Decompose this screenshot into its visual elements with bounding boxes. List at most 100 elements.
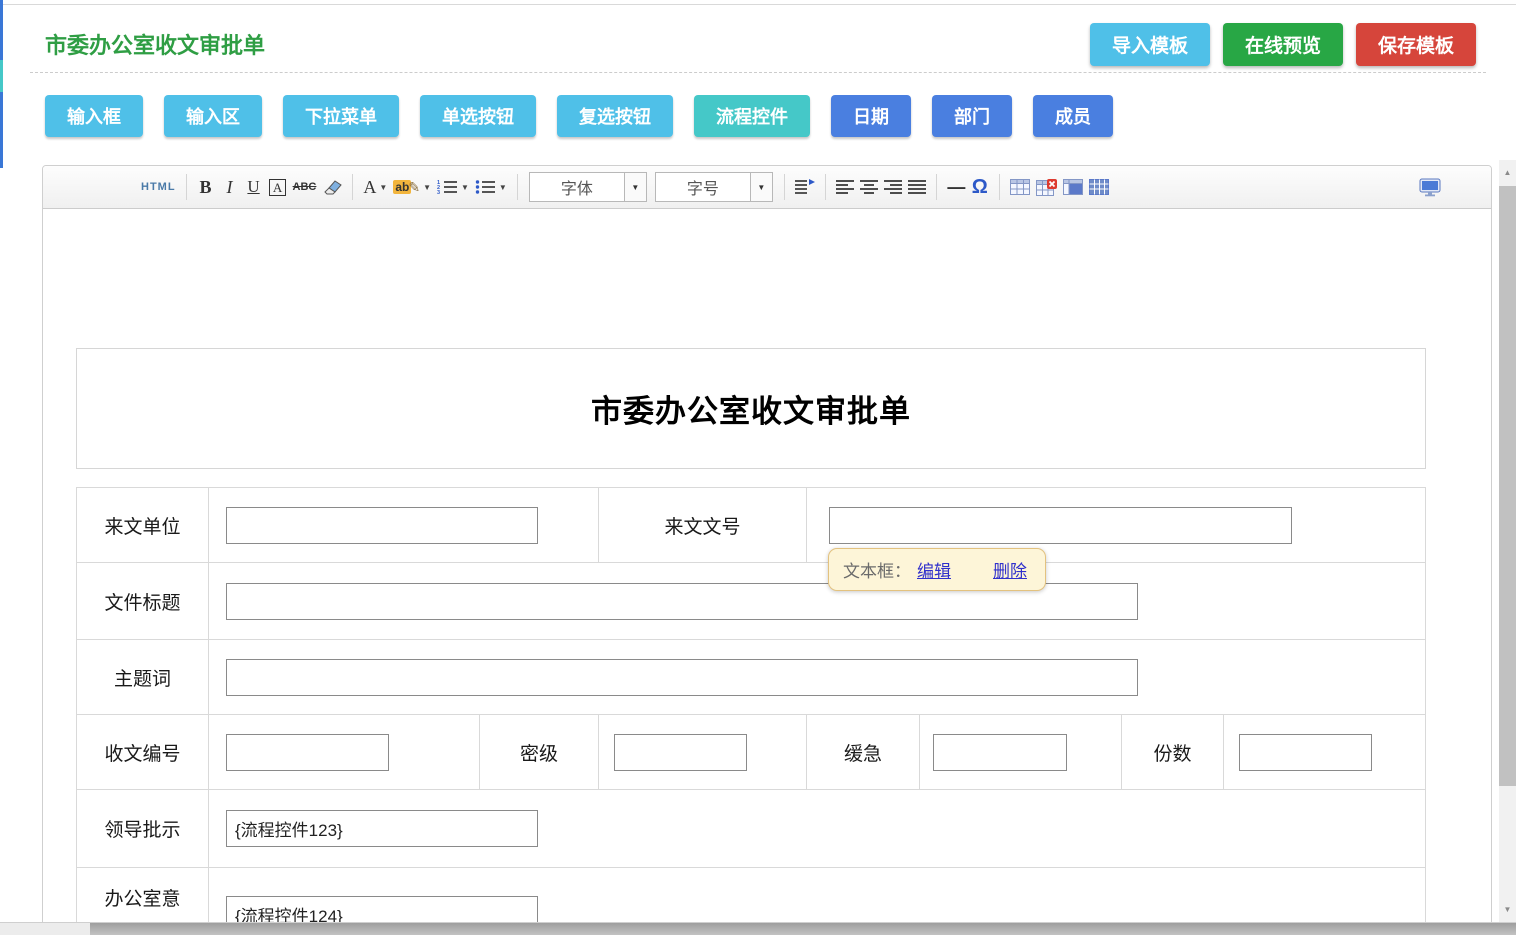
horizontal-scrollbar[interactable] <box>0 922 1516 935</box>
svg-text:3: 3 <box>437 190 440 195</box>
palette-flow-control-button[interactable]: 流程控件 <box>694 95 810 137</box>
bold-button[interactable]: B <box>194 172 218 202</box>
insert-table-button[interactable] <box>1007 172 1033 202</box>
edit-control-link[interactable]: 编辑 <box>917 557 951 582</box>
label-security-level: 密级 <box>480 715 599 789</box>
vertical-scrollbar[interactable]: ▲ ▼ <box>1499 160 1516 922</box>
urgency-input[interactable] <box>933 734 1067 771</box>
page-title: 市委办公室收文审批单 <box>45 28 265 60</box>
highlight-button[interactable]: ab ✎ ▼ <box>390 172 434 202</box>
action-bar: 导入模板 在线预览 保存模板 <box>1090 23 1476 66</box>
indent-button[interactable] <box>792 172 818 202</box>
table-cells-button[interactable] <box>1086 172 1112 202</box>
component-palette: 输入框 输入区 下拉菜单 单选按钮 复选按钮 流程控件 日期 部门 成员 <box>45 95 1113 137</box>
header-dashed-divider <box>30 72 1486 73</box>
source-unit-input[interactable] <box>226 507 538 544</box>
security-level-input[interactable] <box>614 734 747 771</box>
align-justify-icon <box>908 180 926 194</box>
palette-input-area-button[interactable]: 输入区 <box>164 95 262 137</box>
dropdown-caret-icon: ▼ <box>423 183 431 192</box>
label-doc-number: 来文文号 <box>599 488 807 562</box>
toolbar-separator <box>784 174 785 200</box>
label-source-unit: 来文单位 <box>77 488 209 562</box>
cell-security-level <box>599 715 807 789</box>
save-template-button[interactable]: 保存模板 <box>1356 23 1476 66</box>
align-left-button[interactable] <box>833 172 857 202</box>
horizontal-scrollbar-thumb[interactable] <box>90 923 1516 935</box>
import-template-button[interactable]: 导入模板 <box>1090 23 1210 66</box>
ordered-list-button[interactable]: 1 2 3 ▼ <box>434 172 472 202</box>
font-size-value: 字号 <box>656 173 750 201</box>
label-subject-words: 主题词 <box>77 640 209 714</box>
toolbar-separator <box>825 174 826 200</box>
palette-dropdown-button[interactable]: 下拉菜单 <box>283 95 399 137</box>
table-row: 主题词 <box>77 640 1425 715</box>
palette-checkbox-button[interactable]: 复选按钮 <box>557 95 673 137</box>
cell-doc-title <box>209 563 1427 639</box>
align-justify-button[interactable] <box>905 172 929 202</box>
dropdown-caret-icon: ▼ <box>499 183 507 192</box>
align-right-button[interactable] <box>881 172 905 202</box>
table-cell-props-button[interactable] <box>1060 172 1086 202</box>
font-color-button[interactable]: A ▼ <box>360 172 390 202</box>
control-tooltip: 文本框： 编辑 删除 <box>828 548 1046 591</box>
scroll-up-icon[interactable]: ▲ <box>1499 164 1516 181</box>
pencil-icon: ✎ <box>408 179 420 196</box>
online-preview-button[interactable]: 在线预览 <box>1223 23 1343 66</box>
toolbar-separator <box>186 174 187 200</box>
vertical-scrollbar-thumb[interactable] <box>1499 186 1516 786</box>
special-char-button[interactable]: Ω <box>968 172 992 202</box>
fullscreen-button[interactable] <box>1416 172 1444 202</box>
align-left-icon <box>836 180 854 194</box>
leader-comments-input[interactable] <box>226 810 538 847</box>
cell-leader-comments <box>209 790 1427 867</box>
italic-button[interactable]: I <box>218 172 242 202</box>
scroll-down-icon[interactable]: ▼ <box>1499 901 1516 918</box>
strikethrough-button[interactable]: ABC <box>290 172 320 202</box>
document-title: 市委办公室收文审批单 <box>591 386 911 431</box>
unordered-list-icon <box>475 179 496 195</box>
remove-format-button[interactable] <box>319 172 345 202</box>
cell-source-unit <box>209 488 599 562</box>
subject-words-input[interactable] <box>226 659 1138 696</box>
ordered-list-icon: 1 2 3 <box>437 179 458 195</box>
toolbar-separator <box>936 174 937 200</box>
align-center-icon <box>860 180 878 194</box>
table-cell-props-icon <box>1063 179 1083 195</box>
monitor-icon <box>1419 178 1441 197</box>
html-source-button[interactable]: HTML <box>138 172 179 202</box>
toolbar-separator <box>517 174 518 200</box>
palette-radio-button[interactable]: 单选按钮 <box>420 95 536 137</box>
top-divider <box>0 4 1516 5</box>
cell-receipt-number <box>209 715 480 789</box>
delete-control-link[interactable]: 删除 <box>993 557 1027 582</box>
horizontal-rule-button[interactable]: — <box>944 172 968 202</box>
align-center-button[interactable] <box>857 172 881 202</box>
doc-number-input[interactable] <box>829 507 1292 544</box>
receipt-number-input[interactable] <box>226 734 389 771</box>
table-row: 领导批示 <box>77 790 1425 868</box>
font-style-button[interactable]: A <box>266 172 290 202</box>
editor-content[interactable]: 市委办公室收文审批单 来文单位 来文文号 文件标题 主题词 <box>43 209 1491 935</box>
boxed-a-icon: A <box>269 179 286 196</box>
dropdown-caret-icon: ▼ <box>379 183 387 192</box>
font-family-value: 字体 <box>530 173 624 201</box>
label-receipt-number: 收文编号 <box>77 715 209 789</box>
palette-department-button[interactable]: 部门 <box>932 95 1012 137</box>
palette-input-box-button[interactable]: 输入框 <box>45 95 143 137</box>
palette-member-button[interactable]: 成员 <box>1033 95 1113 137</box>
form-table: 来文单位 来文文号 文件标题 主题词 <box>76 487 1426 935</box>
copies-input[interactable] <box>1239 734 1372 771</box>
underline-button[interactable]: U <box>242 172 266 202</box>
palette-date-button[interactable]: 日期 <box>831 95 911 137</box>
font-color-icon: A <box>363 177 376 198</box>
dropdown-caret-icon: ▼ <box>461 183 469 192</box>
cell-urgency <box>920 715 1122 789</box>
font-family-select[interactable]: 字体 ▼ <box>529 172 647 202</box>
eraser-icon <box>322 179 342 196</box>
table-delete-icon <box>1036 179 1057 196</box>
document-title-row: 市委办公室收文审批单 <box>76 348 1426 469</box>
unordered-list-button[interactable]: ▼ <box>472 172 510 202</box>
font-size-select[interactable]: 字号 ▼ <box>655 172 773 202</box>
delete-table-button[interactable] <box>1033 172 1060 202</box>
